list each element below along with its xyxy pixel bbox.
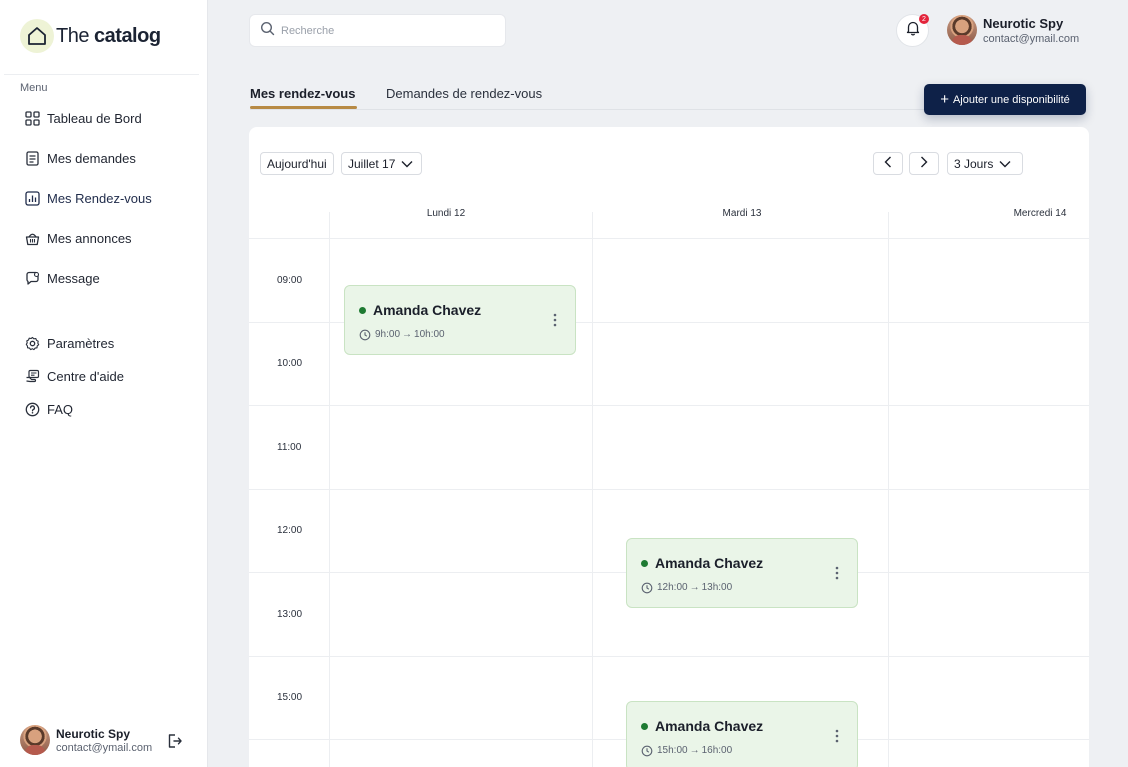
sidebar-item-label: Message [47,270,100,286]
chevron-down-icon [401,157,413,171]
appointment-time: 12h:00 → 13h:00 [657,582,733,593]
user-email: contact@ymail.com [56,741,153,754]
calendar-card: Aujourd'hui Juillet 17 3 Jours Lundi 12 … [249,127,1089,767]
sidebar-item-label: Mes Rendez-vous [47,190,152,206]
house-icon [20,19,54,53]
appointment-card[interactable]: Amanda Chavez 15h:00 → 16h:00 [626,701,858,767]
notification-badge: 2 [919,14,929,24]
sidebar-item-listings[interactable]: Mes annonces [24,230,194,246]
avatar [20,725,50,755]
view-select[interactable]: 3 Jours [947,152,1023,175]
appointment-name: Amanda Chavez [655,718,764,734]
clock-icon [641,581,653,594]
document-icon [24,150,40,166]
appointment-card[interactable]: Amanda Chavez 12h:00 → 13h:00 [626,538,858,608]
appointment-name: Amanda Chavez [655,555,764,571]
chevron-right-icon [920,156,928,171]
logout-icon[interactable] [165,732,183,750]
arrow-right-icon: → [689,745,700,756]
sidebar-item-label: Centre d'aide [47,368,124,384]
time-label: 13:00 [277,609,303,620]
chart-icon [24,190,40,206]
grid-icon [24,110,40,126]
sidebar-item-label: Tableau de Bord [47,110,142,126]
help-center-icon [24,368,40,384]
day-header: Mardi 13 [722,208,762,219]
sidebar-item-settings[interactable]: Paramètres [24,335,194,351]
brand-name: The catalog [56,24,161,47]
time-label: 12:00 [277,525,303,536]
search-input[interactable] [281,24,491,37]
clock-icon [641,744,653,757]
month-label: Juillet 17 [348,156,396,171]
add-availability-button[interactable]: + Ajouter une disponibilité [924,84,1086,115]
appointment-time: 15h:00 → 16h:00 [657,745,733,756]
chevron-down-icon [999,157,1011,171]
grid-line [249,238,1089,239]
sidebar-item-dashboard[interactable]: Tableau de Bord [24,110,194,126]
grid-line [249,489,1089,490]
sidebar-item-requests[interactable]: Mes demandes [24,150,194,166]
grid-line [249,656,1089,657]
user-email: contact@ymail.com [983,32,1080,45]
user-name: Neurotic Spy [983,15,1064,31]
arrow-right-icon: → [689,582,700,593]
active-tab-indicator [250,106,357,109]
chevron-left-icon [884,156,892,171]
search-icon [260,21,275,41]
menu-title: Menu [20,82,48,94]
tab-appointment-requests[interactable]: Demandes de rendez-vous [386,86,542,101]
status-dot [641,723,648,730]
sidebar-item-label: Mes demandes [47,150,136,166]
more-vertical-icon[interactable] [835,566,839,580]
month-select[interactable]: Juillet 17 [341,152,422,175]
appointment-card[interactable]: Amanda Chavez 9h:00 → 10h:00 [344,285,576,355]
appointment-name: Amanda Chavez [373,302,482,318]
more-vertical-icon[interactable] [835,729,839,743]
sidebar-item-faq[interactable]: FAQ [24,401,194,417]
basket-icon [24,230,40,246]
time-label: 15:00 [277,692,303,703]
today-button[interactable]: Aujourd'hui [260,152,334,175]
avatar [947,15,977,45]
sidebar-item-label: Mes annonces [47,230,132,246]
day-header: Lundi 12 [426,208,466,219]
appointment-time: 9h:00 → 10h:00 [375,329,445,340]
add-availability-label: Ajouter une disponibilité [952,93,1070,106]
tab-my-appointments[interactable]: Mes rendez-vous [250,86,355,101]
plus-icon: + [940,91,949,108]
status-dot [359,307,366,314]
more-vertical-icon[interactable] [553,313,557,327]
search-bar[interactable] [249,14,506,47]
question-icon [24,401,40,417]
time-label: 09:00 [277,275,303,286]
sidebar-item-appointments[interactable]: Mes Rendez-vous [24,190,194,206]
day-header: Mercredi 14 [1013,208,1067,219]
prev-button[interactable] [873,152,903,175]
sidebar: The catalog Menu Tableau de Bord Mes dem… [0,0,208,767]
tabs-divider [250,109,925,110]
arrow-right-icon: → [402,329,413,340]
header-user[interactable]: Neurotic Spy contact@ymail.com [947,15,1079,45]
bell-icon [905,20,921,41]
user-name: Neurotic Spy [56,726,131,741]
view-label: 3 Jours [954,156,994,171]
grid-line [249,405,1089,406]
sidebar-user[interactable]: Neurotic Spy contact@ymail.com [20,725,152,755]
brand-logo[interactable]: The catalog [20,19,161,53]
clock-icon [359,328,371,341]
time-label: 10:00 [277,358,303,369]
sidebar-item-help-center[interactable]: Centre d'aide [24,368,194,384]
divider [4,74,199,75]
sidebar-item-label: FAQ [47,401,74,417]
next-button[interactable] [909,152,939,175]
gear-icon [24,335,40,351]
sidebar-item-message[interactable]: Message [24,270,194,286]
sidebar-item-label: Paramètres [47,335,115,351]
chat-icon [24,270,40,286]
time-label: 11:00 [277,442,302,453]
status-dot [641,560,648,567]
